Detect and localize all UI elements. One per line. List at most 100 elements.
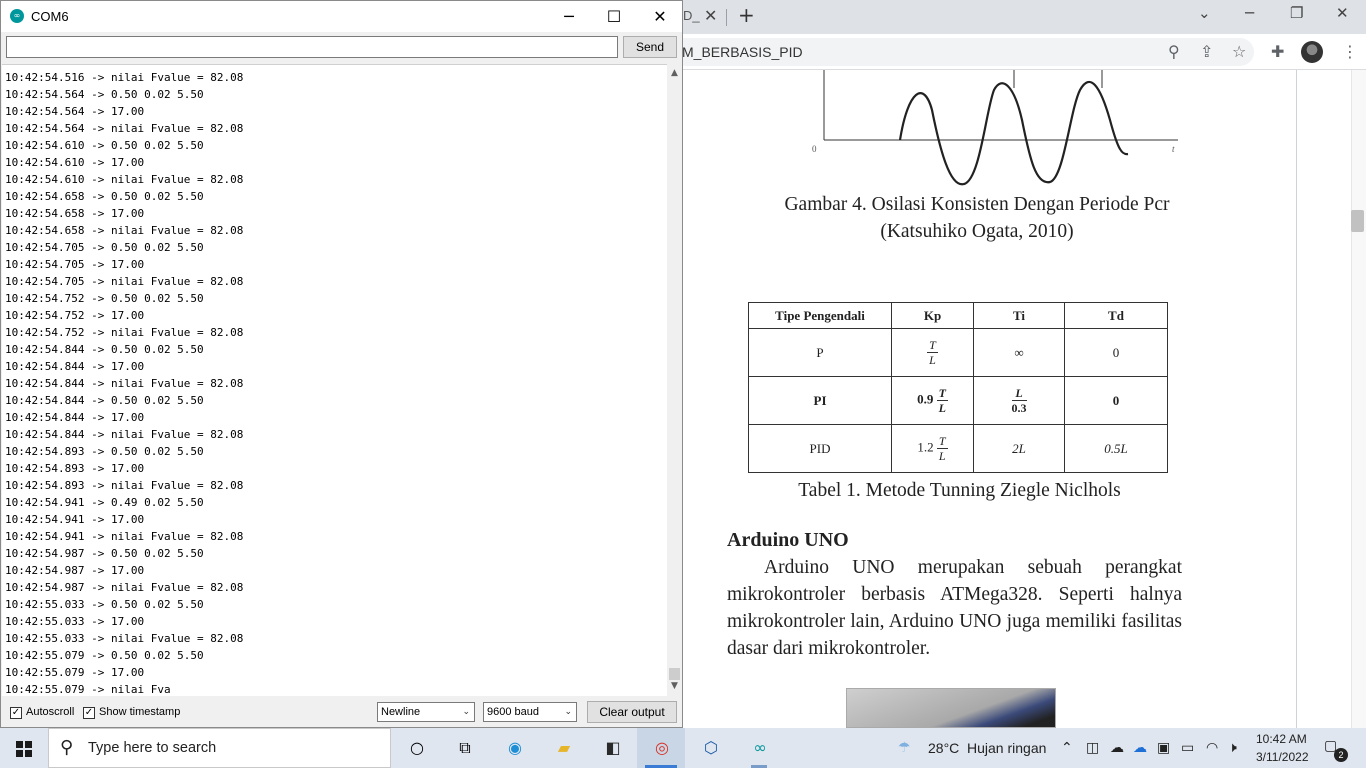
serial-output-line: 10:42:55.033 -> 17.00	[5, 615, 145, 628]
table-cell-kp: 0.9 T L	[891, 376, 974, 425]
maximize-icon[interactable]: ☐	[591, 4, 637, 30]
kp-denominator: L	[929, 353, 936, 367]
tab-title-fragment[interactable]: D_	[683, 8, 700, 23]
table-cell-ti: L 0.3	[973, 376, 1065, 425]
tab-close-icon[interactable]: ✕	[704, 6, 717, 25]
table-header-row: Tipe Pengendali Kp Ti Td	[748, 302, 1168, 329]
clock-date[interactable]: 3/11/2022	[1256, 750, 1309, 764]
bookmark-star-icon[interactable]: ☆	[1232, 42, 1246, 61]
browser-menu-icon[interactable]: ⋮	[1342, 42, 1358, 61]
start-icon	[16, 741, 32, 757]
browser-minimize-icon[interactable]: ─	[1245, 4, 1254, 22]
edge-taskbar-button[interactable]: ◉	[490, 728, 538, 768]
table-caption: Tabel 1. Metode Tunning Ziegle Niclhols	[798, 480, 1121, 501]
start-button[interactable]	[0, 728, 48, 768]
cloud-icon[interactable]: ☁	[1110, 740, 1124, 756]
task-view-button[interactable]: ⧉	[440, 728, 488, 768]
chrome-icon: ◎	[655, 738, 669, 757]
virtualbox-taskbar-button[interactable]: ⬡	[686, 728, 734, 768]
title-bar[interactable]: ∞ COM6 ─ ☐ ✕	[1, 1, 682, 32]
document-scroll-thumb[interactable]	[1351, 210, 1364, 232]
kp-denominator: L	[938, 401, 946, 415]
browser-restore-icon[interactable]: ❐	[1290, 4, 1303, 22]
baud-rate-select[interactable]: 9600 baud ⌄	[483, 702, 577, 722]
serial-output-line: 10:42:54.705 -> nilai Fvalue = 82.08	[5, 275, 244, 288]
address-bar-url[interactable]: M_BERBASIS_PID	[682, 44, 803, 60]
tuning-table: Tipe Pengendali Kp Ti Td P T L ∞ 0 PI 0.…	[748, 302, 1168, 473]
kp-fraction: T L	[936, 434, 948, 463]
serial-output-line: 10:42:54.610 -> 0.50 0.02 5.50	[5, 139, 204, 152]
table-row: PID 1.2 T L 2L 0.5L	[748, 424, 1168, 473]
clock-time[interactable]: 10:42 AM	[1256, 732, 1307, 746]
serial-send-input[interactable]	[6, 36, 618, 58]
figure-caption-line2: (Katsuhiko Ogata, 2010)	[880, 221, 1074, 242]
profile-avatar[interactable]	[1301, 41, 1323, 63]
weather-text[interactable]: Hujan ringan	[967, 740, 1046, 756]
taskbar-search-placeholder[interactable]: Type here to search	[88, 740, 216, 756]
send-button[interactable]: Send	[623, 36, 677, 58]
serial-output-line: 10:42:54.844 -> nilai Fvalue = 82.08	[5, 428, 244, 441]
show-hidden-icons-chevron-icon[interactable]: ⌃	[1061, 740, 1073, 756]
table-header: Tipe Pengendali	[748, 302, 892, 329]
document-scrollbar[interactable]	[1351, 70, 1366, 728]
kp-fraction: T L	[936, 386, 948, 415]
scroll-down-icon[interactable]: ▼	[667, 679, 682, 694]
notification-count-badge: 2	[1334, 748, 1348, 762]
zoom-icon[interactable]: ⚲	[1168, 42, 1180, 61]
serial-output-line: 10:42:54.658 -> 0.50 0.02 5.50	[5, 190, 204, 203]
sticky-notes-taskbar-button[interactable]: ◧	[588, 728, 636, 768]
arduino-logo-icon: ∞	[10, 9, 24, 23]
autoscroll-checkbox[interactable]: ✓	[10, 707, 22, 719]
show-timestamp-checkbox[interactable]: ✓	[83, 707, 95, 719]
kp-numerator: T	[936, 386, 948, 401]
share-icon[interactable]: ⇪	[1200, 42, 1213, 61]
serial-output-line: 10:42:54.844 -> nilai Fvalue = 82.08	[5, 377, 244, 390]
close-icon[interactable]: ✕	[637, 4, 683, 30]
baud-rate-value: 9600 baud	[487, 706, 539, 718]
serial-output-line: 10:42:54.752 -> 0.50 0.02 5.50	[5, 292, 204, 305]
virtualbox-icon: ⬡	[704, 738, 718, 757]
weather-temp[interactable]: 28°C	[928, 740, 959, 756]
cortana-icon: ○	[410, 738, 424, 757]
table-cell-td: 0	[1064, 328, 1168, 377]
arduino-icon: ∞	[753, 738, 767, 757]
meet-now-icon[interactable]: ◫	[1086, 740, 1099, 756]
serial-output-line: 10:42:54.564 -> 17.00	[5, 105, 145, 118]
serial-output-line: 10:42:54.941 -> 0.49 0.02 5.50	[5, 496, 204, 509]
volume-muted-icon[interactable]: 🕨	[1228, 740, 1237, 756]
monitor-icon[interactable]: ▣	[1157, 740, 1170, 756]
autoscroll-label[interactable]: Autoscroll	[26, 706, 74, 718]
window-title: COM6	[31, 9, 69, 24]
output-scrollbar[interactable]: ▲ ▼	[667, 64, 682, 696]
minimize-icon[interactable]: ─	[546, 4, 592, 30]
scroll-up-icon[interactable]: ▲	[667, 66, 682, 81]
battery-icon[interactable]: ▭	[1181, 740, 1194, 756]
clear-output-button[interactable]: Clear output	[587, 701, 677, 723]
figure-origin-label: 0	[812, 144, 817, 154]
serial-output[interactable]: 10:42:54.516 -> nilai Fvalue = 82.08 10:4…	[2, 64, 668, 696]
serial-output-line: 10:42:54.705 -> 0.50 0.02 5.50	[5, 241, 204, 254]
line-ending-select[interactable]: Newline ⌄	[377, 702, 475, 722]
table-cell-kp: T L	[891, 328, 974, 377]
onedrive-icon[interactable]: ☁	[1133, 740, 1147, 756]
kp-numerator: T	[927, 338, 938, 353]
file-explorer-taskbar-button[interactable]: ▰	[539, 728, 587, 768]
serial-output-line: 10:42:54.752 -> 17.00	[5, 309, 145, 322]
serial-output-line: 10:42:54.610 -> 17.00	[5, 156, 145, 169]
chrome-taskbar-button[interactable]: ◎	[637, 728, 685, 768]
serial-output-line: 10:42:55.033 -> 0.50 0.02 5.50	[5, 598, 204, 611]
tab-search-chevron-icon[interactable]: ⌄	[1198, 4, 1211, 22]
serial-output-line: 10:42:54.705 -> 17.00	[5, 258, 145, 271]
arduino-taskbar-button[interactable]: ∞	[735, 728, 783, 768]
browser-close-icon[interactable]: ✕	[1336, 4, 1349, 22]
chevron-down-icon: ⌄	[462, 707, 470, 717]
weather-icon[interactable]: ☂	[898, 740, 911, 756]
kp-coefficient: 1.2	[917, 439, 934, 455]
new-tab-icon[interactable]: +	[738, 3, 755, 27]
wifi-icon[interactable]: ◠	[1206, 740, 1218, 756]
cortana-button[interactable]: ○	[392, 728, 440, 768]
serial-output-line: 10:42:54.987 -> 17.00	[5, 564, 145, 577]
extensions-puzzle-icon[interactable]: ✚	[1271, 42, 1284, 61]
table-header: Ti	[973, 302, 1065, 329]
show-timestamp-label[interactable]: Show timestamp	[99, 706, 180, 718]
